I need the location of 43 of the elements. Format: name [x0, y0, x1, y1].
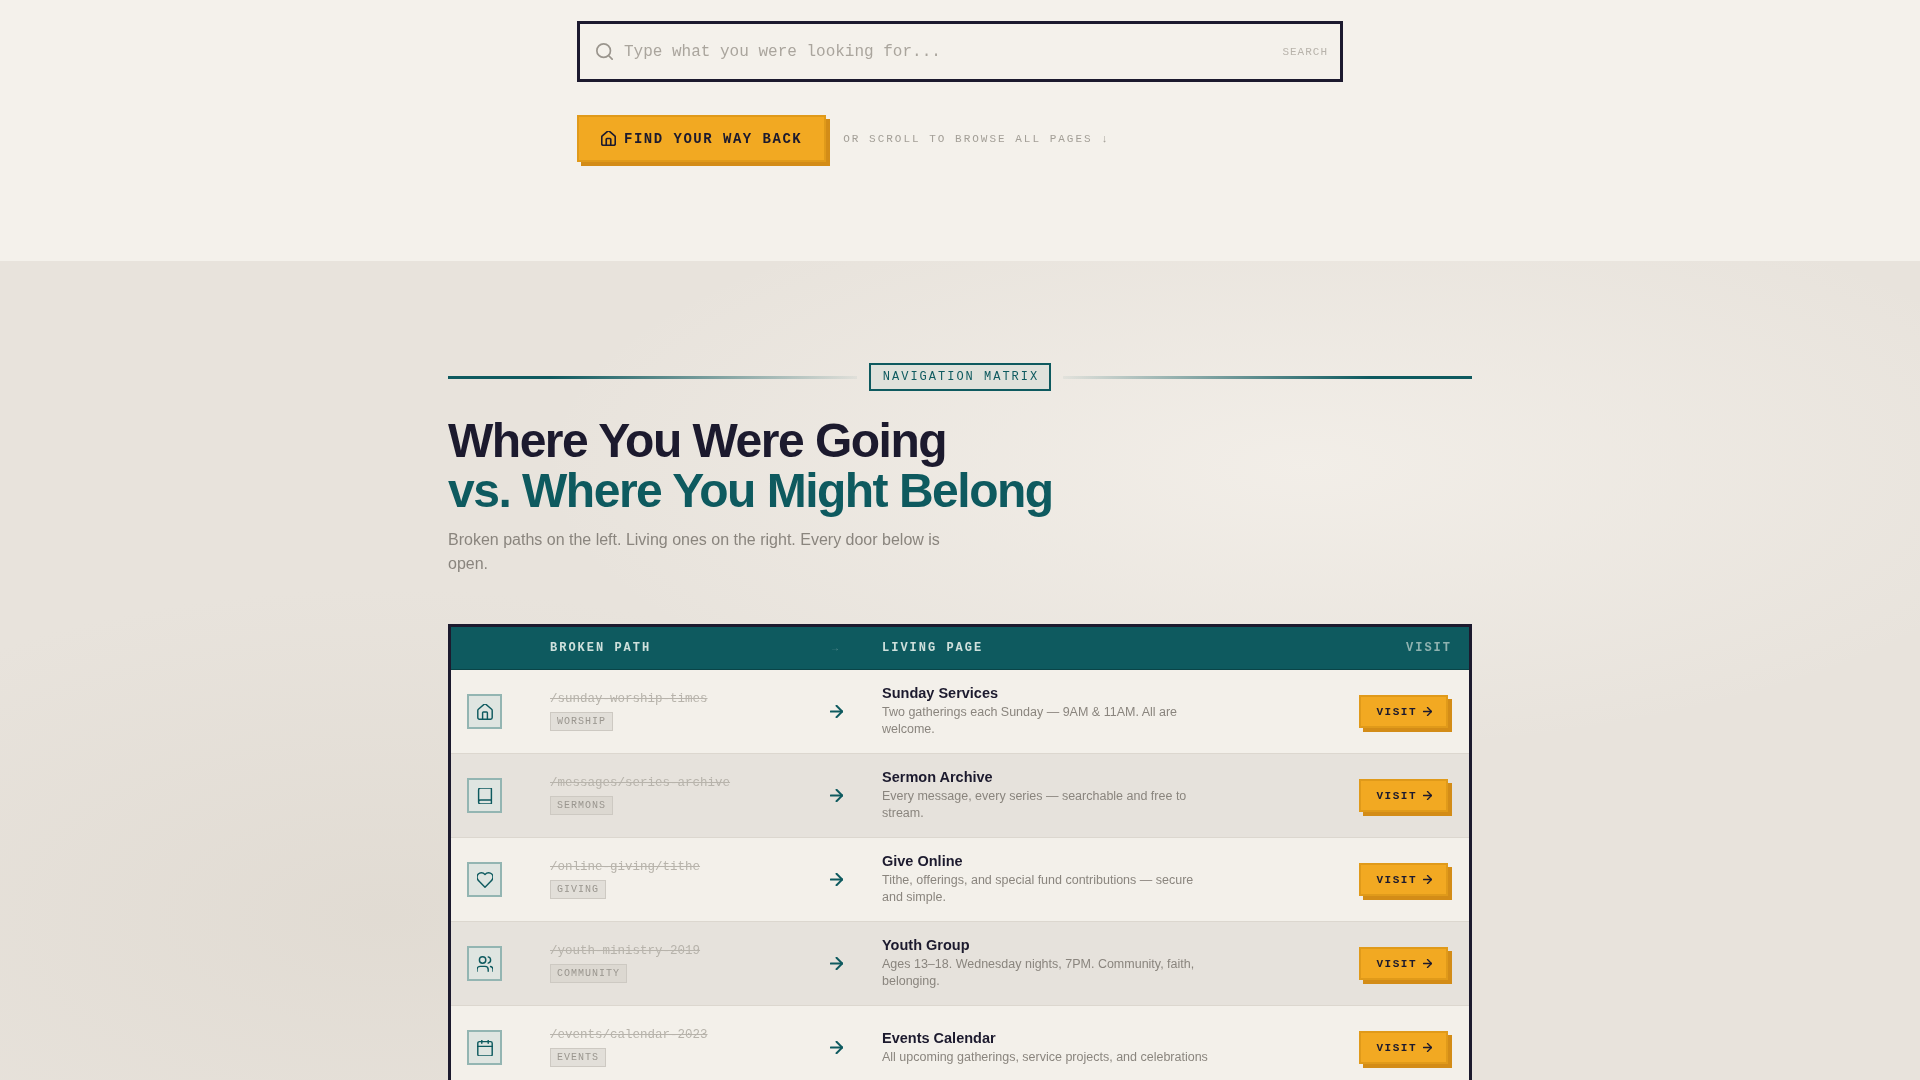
column-header: VISIT: [1406, 641, 1452, 655]
page-title: Sunday Services: [882, 685, 999, 701]
arrow-right-icon: [829, 873, 843, 886]
column-header: BROKEN PATH: [550, 641, 653, 655]
page-title: Sermon Archive: [882, 769, 993, 785]
column-header: LIVING PAGE: [881, 641, 985, 655]
arrow-right-icon: [829, 957, 843, 970]
house-icon: [601, 131, 616, 146]
arrow-right-icon: [1423, 707, 1432, 716]
category-tag: WORSHIP: [550, 712, 613, 731]
page-description: All upcoming gatherings, service projects, and celebrations: [882, 1048, 1208, 1066]
category-tag: COMMUNITY: [550, 964, 627, 983]
page-title: Give Online: [882, 853, 963, 869]
broken-path: /online-giving/tithe: [550, 860, 701, 874]
arrow-right-icon: [1423, 1043, 1432, 1052]
search-icon: [596, 43, 613, 60]
calendar-icon: [467, 1030, 502, 1065]
arrow-right-icon: [829, 789, 843, 802]
category-tag: GIVING: [550, 880, 606, 899]
section-label: NAVIGATION MATRIX: [868, 363, 1052, 391]
people-icon: [467, 946, 502, 981]
broken-path: /sunday-worship-times: [550, 692, 708, 706]
arrow-right-icon: [1423, 875, 1432, 884]
intro-text: Broken paths on the left. Living ones on the right. Every door below is open.: [448, 530, 941, 574]
page-description: Tithe, offerings, and special fund contributions — secure and simple.: [882, 872, 1195, 906]
category-tag: SERMONS: [550, 796, 613, 815]
arrow-right-icon: [1423, 959, 1432, 968]
column-header: →: [832, 642, 840, 654]
heading: Where You Were Going: [448, 416, 947, 466]
arrow-right-icon: [1423, 791, 1432, 800]
page-title: Youth Group: [882, 937, 970, 953]
page-description: Every message, every series — searchable and free to stream.: [882, 788, 1188, 822]
page-description: Ages 13–18. Wednesday nights, 7PM. Community, faith, belonging.: [882, 956, 1196, 990]
scroll-hint: OR SCROLL TO BROWSE ALL PAGES ↓: [843, 132, 1110, 145]
page-description: Two gatherings each Sunday — 9AM & 11AM. All are welcome.: [882, 704, 1179, 738]
category-tag: EVENTS: [550, 1048, 606, 1067]
broken-path: /events/calendar-2023: [550, 1028, 708, 1042]
house-icon: [467, 694, 502, 729]
heading-accent: vs. Where You Might Belong: [448, 466, 1053, 516]
book-icon: [467, 778, 502, 813]
arrow-right-icon: [829, 1041, 843, 1054]
arrow-right-icon: [829, 705, 843, 718]
page-title: Events Calendar: [882, 1029, 996, 1046]
